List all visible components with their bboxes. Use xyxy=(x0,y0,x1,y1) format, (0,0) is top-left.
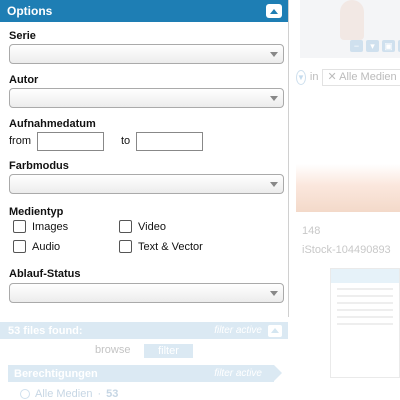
permissions-filter-active: filter active xyxy=(214,368,262,379)
dropdown-arrow-icon xyxy=(270,182,278,187)
autor-select[interactable] xyxy=(9,88,284,108)
serie-select[interactable] xyxy=(9,44,284,64)
date-to-input[interactable] xyxy=(136,131,204,151)
document-thumbnail[interactable] xyxy=(330,268,400,378)
farbmodus-select[interactable] xyxy=(9,174,284,194)
tab-browse[interactable]: browse xyxy=(95,344,130,356)
collapse-button[interactable] xyxy=(268,324,282,337)
permissions-title: Berechtigungen xyxy=(14,367,98,380)
to-label: to xyxy=(121,135,131,147)
thumbnail-toolbar: − ▾ ▣ ⤢ xyxy=(350,40,400,52)
filter-active-label: filter active xyxy=(214,325,262,336)
serie-label: Serie xyxy=(9,30,36,42)
options-header: Options xyxy=(0,0,288,22)
permissions-bar[interactable]: Berechtigungen filter active xyxy=(8,365,274,382)
medientyp-label: Medientyp xyxy=(9,206,64,218)
files-found-bar: 53 files found: filter active xyxy=(0,322,288,339)
tab-filter[interactable]: filter xyxy=(144,344,193,358)
image-icon[interactable]: ▣ xyxy=(382,40,395,52)
checkbox-images[interactable]: Images xyxy=(13,220,68,233)
media-separator: · xyxy=(97,388,102,400)
aufnahmedatum-label: Aufnahmedatum xyxy=(9,118,96,130)
result-number: 148 xyxy=(302,225,321,237)
filter-in-label: in xyxy=(309,71,319,83)
checkbox-audio[interactable]: Audio xyxy=(13,240,60,253)
radio-icon xyxy=(20,389,30,399)
ablauf-status-select[interactable] xyxy=(9,283,284,303)
filter-chip[interactable]: ✕ Alle Medien xyxy=(322,68,400,86)
checkbox-box[interactable] xyxy=(13,240,26,253)
filter-chip-label: Alle Medien xyxy=(339,70,397,83)
document-line xyxy=(337,323,393,325)
checkbox-box[interactable] xyxy=(13,220,26,233)
permissions-arrow-icon xyxy=(274,365,282,381)
result-filename[interactable]: iStock-104490893 xyxy=(302,244,391,256)
media-item[interactable]: Alle Medien · 53 xyxy=(20,388,118,400)
dropdown-arrow-icon xyxy=(270,291,278,296)
minus-icon[interactable]: − xyxy=(350,40,363,52)
chevron-up-icon xyxy=(271,328,279,333)
thumbnail-figure xyxy=(340,0,364,40)
from-label: from xyxy=(9,135,31,147)
chevron-down-icon[interactable]: ▼ xyxy=(296,69,306,85)
result-thumbnail[interactable] xyxy=(296,92,400,212)
options-collapse-button[interactable] xyxy=(266,4,282,18)
download-icon[interactable]: ▾ xyxy=(366,40,379,52)
document-line xyxy=(337,302,393,304)
checkbox-label: Text & Vector xyxy=(138,240,203,253)
checkbox-box[interactable] xyxy=(119,240,132,253)
view-tabs: browse filter xyxy=(0,344,288,358)
checkbox-label: Audio xyxy=(32,240,61,253)
options-title: Options xyxy=(7,4,53,18)
checkbox-label: Images xyxy=(32,220,69,233)
checkbox-label: Video xyxy=(138,220,166,233)
files-found-label: 53 files found: xyxy=(8,324,83,337)
dropdown-arrow-icon xyxy=(270,96,278,101)
document-header xyxy=(331,269,399,283)
date-from-input[interactable] xyxy=(37,131,104,151)
farbmodus-label: Farbmodus xyxy=(9,160,69,172)
checkbox-video[interactable]: Video xyxy=(119,220,166,233)
date-range: from to xyxy=(9,131,204,151)
checkbox-box[interactable] xyxy=(119,220,132,233)
document-line xyxy=(337,309,393,311)
checkbox-text-vector[interactable]: Text & Vector xyxy=(119,240,203,253)
chevron-up-icon xyxy=(270,8,278,14)
media-label: Alle Medien xyxy=(35,388,93,400)
autor-label: Autor xyxy=(9,74,39,86)
files-bar-controls: filter active xyxy=(214,324,282,337)
options-panel: Options Serie Autor Aufnahmedatum from t… xyxy=(0,0,289,317)
document-line xyxy=(337,295,393,297)
ablauf-status-label: Ablauf-Status xyxy=(9,268,81,280)
dropdown-arrow-icon xyxy=(270,52,278,57)
filter-bar: ▼ in ✕ Alle Medien xyxy=(296,67,400,87)
document-line xyxy=(337,316,393,318)
media-count: 53 xyxy=(106,388,119,400)
document-line xyxy=(337,288,393,290)
